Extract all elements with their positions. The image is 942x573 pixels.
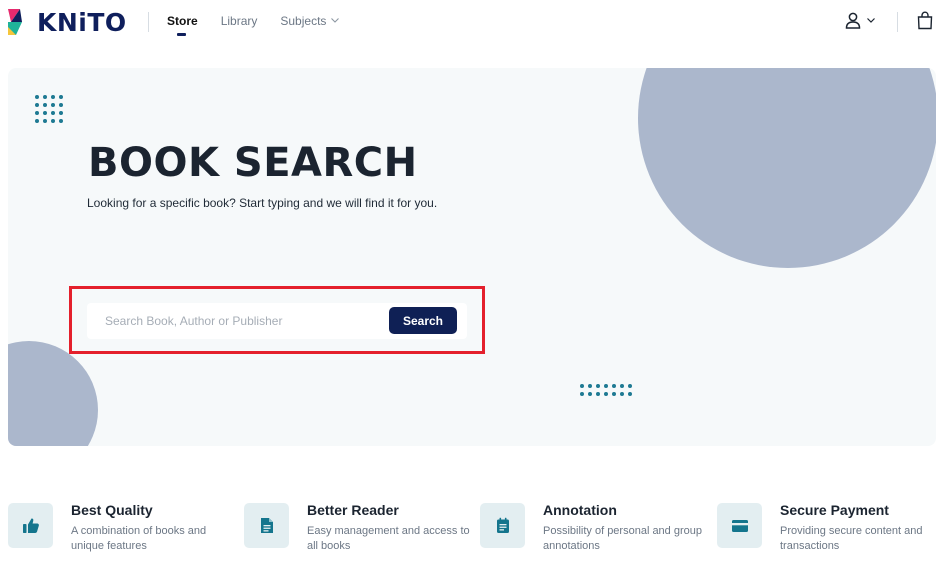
nav-library[interactable]: Library — [221, 14, 258, 28]
feature-icon-box — [244, 503, 289, 548]
feature-title: Secure Payment — [780, 502, 889, 518]
feature-better-reader: Better Reader Easy management and access… — [244, 500, 474, 560]
main-nav: Store Library Subjects — [167, 14, 362, 36]
credit-card-icon — [731, 519, 748, 532]
chevron-down-icon — [331, 18, 340, 23]
user-menu-button[interactable] — [845, 12, 875, 29]
knito-logo[interactable]: KNiTO — [8, 7, 132, 37]
feature-description: Providing secure content and transaction… — [780, 525, 923, 552]
thumbs-up-icon — [22, 518, 39, 533]
feature-description: A combination of books and unique featur… — [71, 525, 207, 552]
decorative-dots — [580, 384, 632, 396]
feature-icon-box — [8, 503, 53, 548]
notepad-icon — [496, 517, 509, 533]
hero-banner: BOOK SEARCH Looking for a specific book?… — [8, 68, 936, 446]
feature-title: Better Reader — [307, 502, 399, 518]
feature-best-quality: Best Quality A combination of books and … — [8, 500, 238, 560]
page-title: BOOK SEARCH — [88, 140, 418, 186]
logo-mark-icon — [8, 9, 22, 35]
decorative-circle — [8, 341, 98, 446]
logo-text: KNiTO — [37, 7, 127, 37]
feature-title: Best Quality — [71, 502, 153, 518]
feature-icon-box — [480, 503, 525, 548]
nav-store[interactable]: Store — [167, 14, 198, 36]
search-bar: Search — [87, 303, 467, 339]
feature-annotation: Annotation Possibility of personal and g… — [480, 500, 710, 560]
feature-title: Annotation — [543, 502, 617, 518]
decorative-dots — [35, 95, 63, 123]
page-subtitle: Looking for a specific book? Start typin… — [87, 196, 438, 210]
feature-description: Possibility of personal and group annota… — [543, 525, 702, 552]
document-icon — [260, 518, 273, 533]
chevron-down-icon — [867, 18, 875, 23]
header-divider — [897, 12, 898, 32]
feature-icon-box — [717, 503, 762, 548]
nav-subjects[interactable]: Subjects — [280, 14, 340, 28]
shopping-bag-icon[interactable] — [917, 11, 933, 30]
search-input[interactable] — [87, 303, 382, 339]
decorative-circle — [638, 68, 936, 268]
feature-secure-payment: Secure Payment Providing secure content … — [717, 500, 942, 560]
search-button[interactable]: Search — [389, 307, 457, 334]
nav-subjects-label: Subjects — [280, 14, 327, 28]
user-icon — [845, 12, 861, 29]
feature-description: Easy management and access to all books — [307, 525, 470, 552]
header-divider — [148, 12, 149, 32]
site-header: KNiTO Store Library Subjects — [0, 0, 942, 44]
